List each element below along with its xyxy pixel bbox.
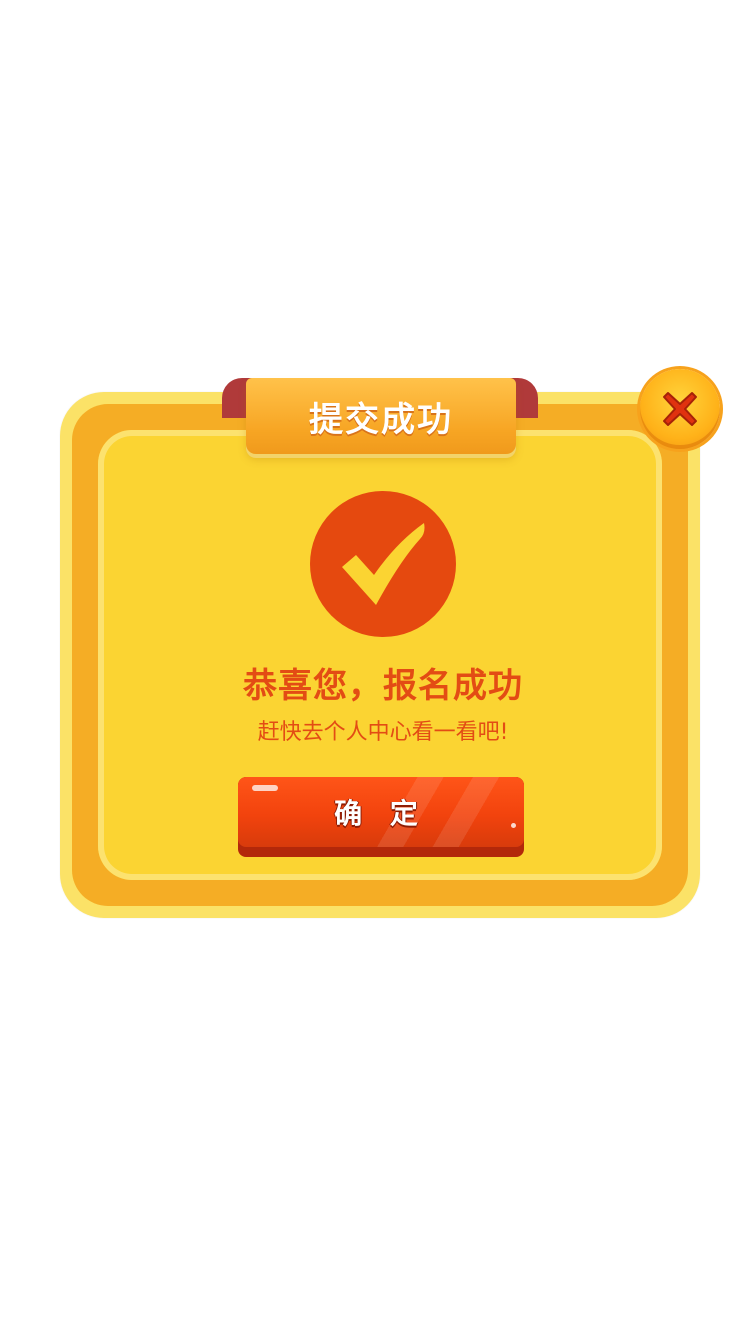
confirm-button-label: 确 定: [334, 798, 428, 829]
close-button[interactable]: [640, 369, 720, 449]
close-icon: [663, 392, 697, 426]
checkmark-icon: [342, 523, 425, 605]
title-tab: 提交成功: [246, 378, 516, 454]
confirm-button[interactable]: 确 定: [238, 777, 524, 857]
success-badge: [310, 491, 456, 637]
success-subline: 赶快去个人中心看一看吧!: [257, 720, 509, 745]
success-headline: 恭喜您，报名成功: [243, 666, 523, 706]
dialog-title: 提交成功: [309, 399, 453, 440]
